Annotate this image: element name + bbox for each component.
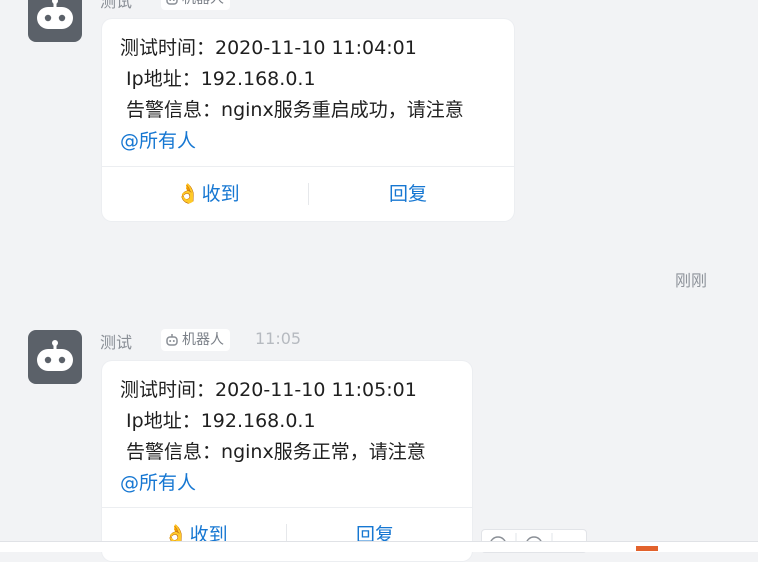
message-line: Ip地址：192.168.0.1 (120, 68, 316, 90)
card-actions: 👌 收到 回复 (102, 507, 472, 562)
read-timestamp: 刚刚 (675, 271, 708, 290)
mention-all-link[interactable]: @所有人 (120, 126, 496, 157)
bot-tag-label: 机器人 (182, 332, 224, 348)
bot-tag-label: 机器人 (182, 0, 224, 10)
action-divider (308, 183, 309, 205)
send-indicator (636, 546, 658, 551)
ack-button[interactable]: 👌 收到 (164, 508, 228, 562)
ok-hand-icon: 👌 (176, 182, 200, 205)
message-text: 测试时间：2020-11-10 11:05:01 Ip地址：192.168.0.… (102, 361, 472, 499)
reply-label: 回复 (356, 524, 395, 546)
message-line: 告警信息：nginx服务重启成功，请注意 (120, 99, 464, 121)
sender-avatar[interactable] (28, 0, 82, 42)
sender-name: 测试 (100, 0, 133, 11)
card-actions: 👌 收到 回复 (102, 166, 514, 221)
ack-label: 收到 (189, 524, 228, 546)
ack-label: 收到 (201, 183, 240, 205)
message-line: Ip地址：192.168.0.1 (120, 410, 316, 432)
reply-button[interactable]: 回复 (356, 508, 394, 562)
message-text: 测试时间：2020-11-10 11:04:01 Ip地址：192.168.0.… (102, 19, 514, 157)
message-card: 测试时间：2020-11-10 11:04:01 Ip地址：192.168.0.… (102, 19, 514, 221)
bot-tag: 机器人 (161, 0, 230, 10)
ack-button[interactable]: 👌 收到 (176, 167, 240, 221)
robot-icon (37, 340, 73, 371)
message-line: 告警信息：nginx服务正常，请注意 (120, 441, 426, 463)
robot-tag-icon (166, 334, 178, 346)
reply-label: 回复 (389, 183, 428, 205)
robot-icon (37, 0, 73, 29)
message-line: 测试时间：2020-11-10 11:05:01 (120, 379, 417, 401)
reply-button[interactable]: 回复 (389, 167, 427, 221)
message-card: 测试时间：2020-11-10 11:05:01 Ip地址：192.168.0.… (102, 361, 472, 561)
bot-tag: 机器人 (161, 329, 230, 351)
sender-avatar[interactable] (28, 330, 82, 384)
sender-name: 测试 (100, 333, 133, 352)
robot-tag-icon (166, 0, 178, 5)
mention-all-link[interactable]: @所有人 (120, 468, 454, 499)
message-line: 测试时间：2020-11-10 11:04:01 (120, 37, 417, 59)
message-time: 11:05 (255, 329, 302, 348)
